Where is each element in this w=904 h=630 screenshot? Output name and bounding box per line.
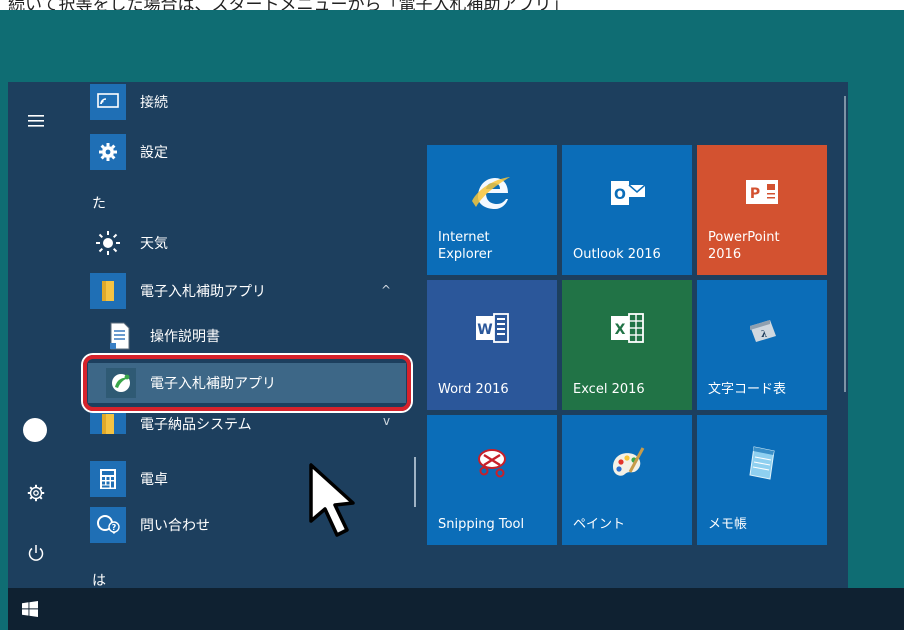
tile-outlook[interactable]: O Outlook 2016 xyxy=(562,145,692,275)
taskbar xyxy=(8,588,904,630)
paint-icon xyxy=(613,447,645,476)
sun-icon xyxy=(90,225,126,261)
folder-icon xyxy=(90,273,126,309)
powerpoint-icon: P xyxy=(746,180,778,204)
svg-text:λ: λ xyxy=(761,330,767,340)
windows-start-icon[interactable] xyxy=(22,601,38,617)
tile-label: メモ帳 xyxy=(708,517,748,532)
svg-text:W: W xyxy=(477,322,492,338)
group-letter-ha[interactable]: は xyxy=(92,570,106,588)
document-icon xyxy=(106,321,134,351)
mouse-cursor-icon xyxy=(309,463,355,537)
menu-icon[interactable] xyxy=(26,113,46,129)
svg-text:O: O xyxy=(614,187,626,203)
tile-label: Internet Explorer xyxy=(438,230,493,262)
app-label: 接続 xyxy=(140,95,168,111)
highlight-outline xyxy=(83,355,411,411)
tile-label: Excel 2016 xyxy=(573,382,645,397)
document-clipped-text: 続いて択等をした場合は、スタートメニューから「電子入札補助アプリ」 xyxy=(8,0,569,10)
snipping-icon xyxy=(478,449,506,478)
start-menu: 接続 設定 た 天気 電子入札補助アプリ ^ 操作説明書 電子入札補助アプリ 電… xyxy=(8,82,848,588)
app-label: 天気 xyxy=(140,236,168,252)
app-settings[interactable]: 設定 xyxy=(88,132,418,172)
tile-notepad[interactable]: メモ帳 xyxy=(697,415,827,545)
tile-label: Snipping Tool xyxy=(438,517,525,532)
start-menu-scrollbar[interactable] xyxy=(844,96,846,392)
tile-excel[interactable]: X Excel 2016 xyxy=(562,280,692,410)
svg-text:?: ? xyxy=(112,523,117,532)
svg-text:X: X xyxy=(615,322,626,338)
tile-charmap[interactable]: λ 文字コード表 xyxy=(697,280,827,410)
tile-label: ペイント xyxy=(573,517,626,532)
app-label: 電卓 xyxy=(140,472,168,488)
connect-icon xyxy=(90,84,126,120)
group-letter-ta[interactable]: た xyxy=(92,193,106,213)
user-circle-icon[interactable] xyxy=(23,418,47,442)
app-label: 電子入札補助アプリ xyxy=(140,284,266,300)
word-icon: W xyxy=(476,313,509,343)
app-label: 設定 xyxy=(140,145,168,161)
tile-internet-explorer[interactable]: Internet Explorer xyxy=(427,145,557,275)
gear-icon[interactable] xyxy=(27,484,45,502)
app-label: 操作説明書 xyxy=(150,329,220,345)
tile-label: Outlook 2016 xyxy=(573,247,661,262)
tile-powerpoint[interactable]: P PowerPoint 2016 xyxy=(697,145,827,275)
contact-icon: ? xyxy=(90,507,126,543)
tile-snipping-tool[interactable]: Snipping Tool xyxy=(427,415,557,545)
tile-label: Word 2016 xyxy=(438,382,509,397)
tile-paint[interactable]: ペイント xyxy=(562,415,692,545)
chevron-up-icon[interactable]: ^ xyxy=(381,283,391,297)
app-label: 問い合わせ xyxy=(140,518,210,534)
outlook-icon: O xyxy=(611,181,646,205)
excel-icon: X xyxy=(611,313,644,343)
document-clipped-text-strip: 続いて択等をした場合は、スタートメニューから「電子入札補助アプリ」 xyxy=(0,0,904,10)
tile-label: PowerPoint 2016 xyxy=(708,230,780,262)
app-weather[interactable]: 天気 xyxy=(88,223,418,263)
app-list-scrollbar[interactable] xyxy=(414,457,416,507)
app-connect[interactable]: 接続 xyxy=(88,82,418,122)
tile-word[interactable]: W Word 2016 xyxy=(427,280,557,410)
app-folder-delivery[interactable]: 電子納品システム v xyxy=(88,412,418,434)
svg-text:P: P xyxy=(750,186,760,202)
app-manual[interactable]: 操作説明書 xyxy=(88,316,418,356)
chevron-down-icon[interactable]: v xyxy=(383,414,390,428)
power-icon[interactable] xyxy=(27,544,45,562)
ie-icon xyxy=(472,177,510,209)
folder-icon xyxy=(90,412,126,434)
charmap-icon: λ xyxy=(750,320,776,342)
notepad-icon xyxy=(749,446,775,480)
calculator-icon xyxy=(90,461,126,497)
gear-icon xyxy=(90,134,126,170)
app-label: 電子納品システム xyxy=(140,417,252,433)
tile-label: 文字コード表 xyxy=(708,382,787,397)
app-folder-bidding[interactable]: 電子入札補助アプリ ^ xyxy=(88,271,418,311)
